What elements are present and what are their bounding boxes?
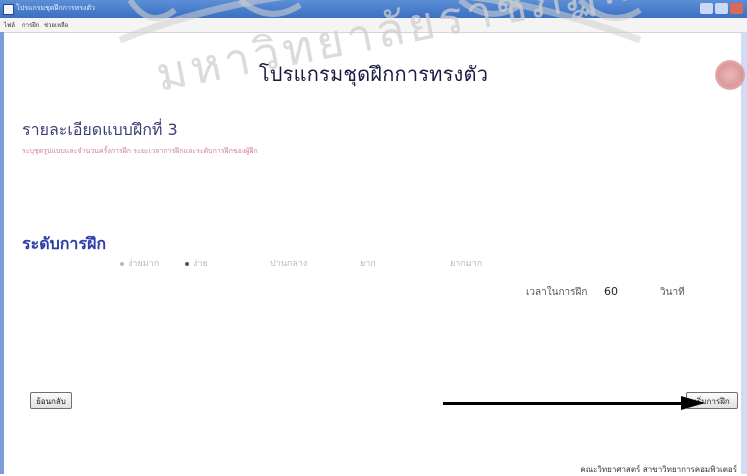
level-option-label: ปานกลาง (270, 259, 308, 269)
app-icon (3, 4, 14, 15)
level-option-hard[interactable]: ยาก (360, 256, 376, 270)
page-title: โปรแกรมชุดฝึกการทรงตัว (258, 62, 489, 86)
level-option-label: ยาก (360, 259, 376, 269)
minimize-icon[interactable] (700, 3, 713, 14)
menu-item-help[interactable]: ช่วยเหลือ (44, 20, 68, 30)
training-time-label: เวลาในการฝึก (526, 287, 588, 298)
maximize-icon[interactable] (715, 3, 728, 14)
menu-item-file[interactable]: ไฟล์ (4, 20, 15, 30)
annotation-arrow-head (681, 396, 705, 410)
title-bar: โปรแกรมชุดฝึกการทรงตัว (0, 0, 747, 18)
menu-item-training[interactable]: การฝึก (22, 20, 39, 30)
training-time-unit: วินาที (660, 287, 685, 298)
radio-selected-icon (185, 261, 189, 266)
level-option-very-hard[interactable]: ยากมาก (450, 256, 482, 270)
training-time-value[interactable]: 60 (604, 285, 618, 298)
window-border-left (0, 32, 4, 474)
exercise-heading: รายละเอียดแบบฝึกที่ 3 (22, 120, 178, 139)
level-option-easy[interactable]: ง่าย (185, 256, 208, 270)
close-icon[interactable] (730, 3, 743, 14)
level-option-label: ยากมาก (450, 259, 483, 269)
level-option-very-easy[interactable]: ง่ายมาก (120, 256, 159, 270)
menu-bar: ไฟล์ การฝึก ช่วยเหลือ (0, 18, 747, 33)
radio-icon (120, 261, 124, 266)
instruction-text: ระบุชุดรูปแบบและจำนวนครั้งการฝึก ระยะเวล… (22, 147, 258, 155)
level-heading: ระดับการฝึก (22, 234, 107, 253)
annotation-arrow-line (443, 402, 681, 405)
window-title: โปรแกรมชุดฝึกการทรงตัว (16, 4, 95, 12)
window-border-right (741, 32, 747, 474)
footer-text: คณะวิทยาศาสตร์ สาขาวิทยาการคอมพิวเตอร์ (580, 465, 737, 474)
back-button[interactable]: ย้อนกลับ (30, 392, 72, 409)
level-option-label: ง่าย (193, 259, 208, 269)
level-option-medium[interactable]: ปานกลาง (270, 256, 307, 270)
level-option-label: ง่ายมาก (128, 259, 160, 269)
